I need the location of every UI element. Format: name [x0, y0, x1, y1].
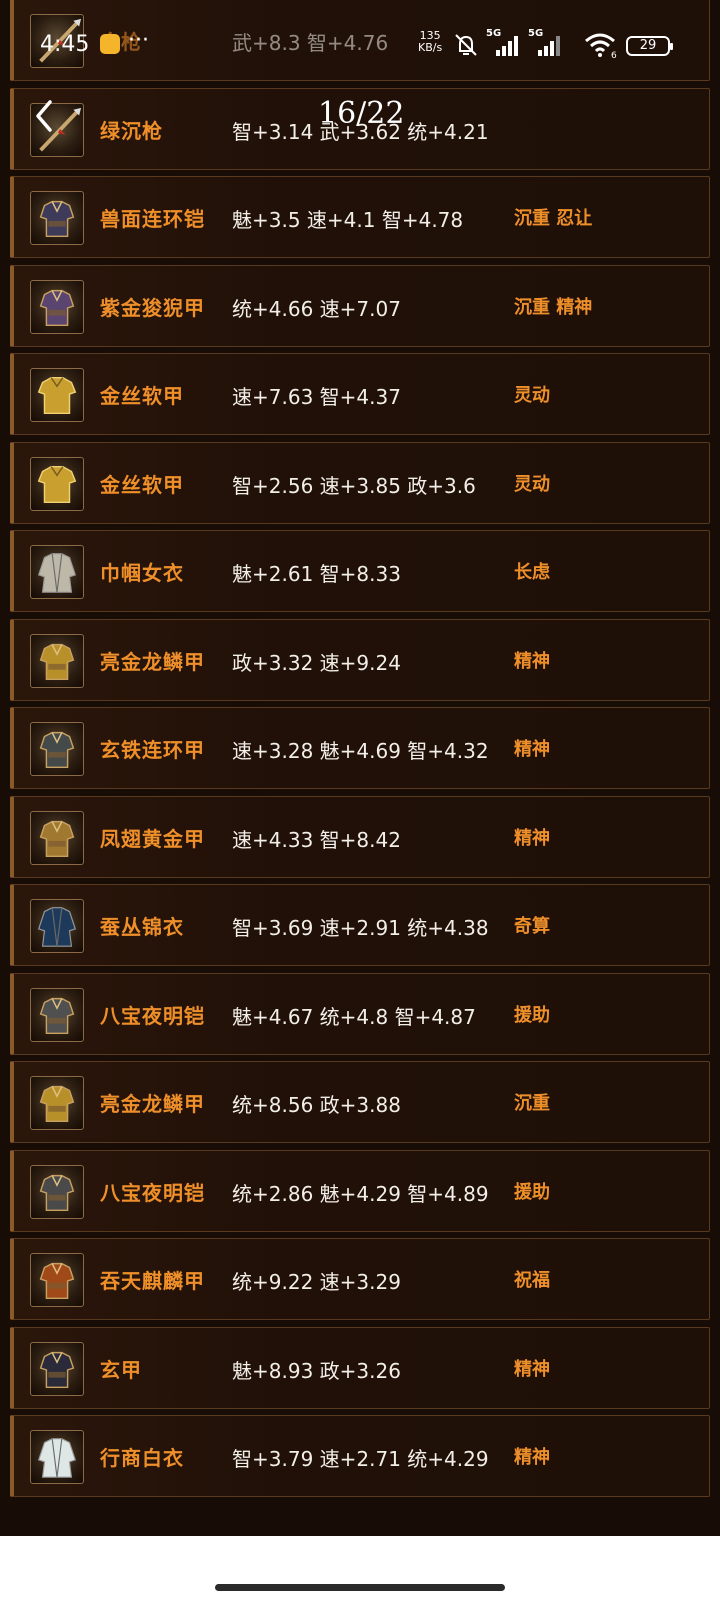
- item-name: 玄甲: [100, 1357, 142, 1382]
- equipment-row[interactable]: 八宝夜明铠 统+2.86 魅+4.29 智+4.89 援助: [10, 1149, 710, 1232]
- item-name: 兽面连环铠: [100, 207, 205, 231]
- item-stats: 魅+4.67 统+4.8 智+4.87: [232, 1004, 476, 1029]
- item-stats: 武+8.3 智+4.76: [232, 31, 389, 55]
- item-trait: 沉重: [514, 1093, 550, 1114]
- armor-icon: [30, 987, 84, 1042]
- item-stats: 政+3.32 速+9.24: [232, 650, 401, 675]
- armor-icon: [30, 810, 84, 865]
- item-stats: 统+4.66 速+7.07: [232, 296, 401, 321]
- equipment-row[interactable]: 行商白衣 智+3.79 速+2.71 统+4.29 精神: [10, 1415, 710, 1497]
- robe-icon: [30, 899, 84, 953]
- item-name: 亮金龙鳞甲: [100, 1092, 205, 1116]
- home-indicator[interactable]: [215, 1584, 505, 1591]
- item-name: 凤翅黄金甲: [100, 826, 205, 851]
- equipment-row[interactable]: 八宝夜明铠 魅+4.67 统+4.8 智+4.87 援助: [10, 972, 710, 1055]
- equipment-row[interactable]: 凤翅黄金甲 速+4.33 智+8.42 精神: [10, 795, 710, 878]
- item-name: 八宝夜明铠: [100, 1180, 205, 1205]
- item-trait: 祝福: [514, 1270, 550, 1291]
- item-stats: 魅+8.93 政+3.26: [232, 1358, 401, 1383]
- armor-icon: [30, 633, 84, 688]
- item-trait: 精神: [514, 650, 550, 672]
- item-name: 亮金龙鳞甲: [100, 649, 205, 674]
- item-stats: 统+2.86 魅+4.29 智+4.89: [232, 1181, 489, 1206]
- item-trait: 精神: [514, 739, 550, 760]
- item-name: 吞天麒麟甲: [100, 1269, 205, 1293]
- item-trait: 精神: [514, 1447, 550, 1468]
- equipment-row[interactable]: 巾帼女衣 魅+2.61 智+8.33 长虑: [10, 530, 710, 612]
- equipment-list: 金枪 武+8.3 智+4.76 绿沉枪 智+3.14 武+3.62 统+4.21 兽面连…: [0, 0, 720, 1536]
- shirt-icon: [30, 456, 84, 511]
- shirt-icon: [30, 368, 84, 422]
- item-name: 行商白衣: [100, 1446, 184, 1470]
- armor-icon: [30, 1076, 84, 1130]
- item-trait: 奇算: [514, 916, 550, 937]
- item-trait: 援助: [514, 1004, 550, 1026]
- item-trait: 灵动: [514, 385, 550, 406]
- spear-icon: [30, 14, 84, 68]
- item-stats: 魅+3.5 速+4.1 智+4.78: [232, 208, 464, 232]
- robe-icon: [30, 545, 84, 599]
- item-trait: 精神: [514, 1358, 550, 1380]
- item-stats: 智+2.56 速+3.85 政+3.6: [232, 473, 476, 498]
- item-trait: 长虑: [514, 562, 550, 583]
- item-stats: 速+7.63 智+4.37: [232, 385, 401, 409]
- item-name: 金丝软甲: [100, 384, 184, 408]
- equipment-row[interactable]: 金丝软甲 速+7.63 智+4.37 灵动: [10, 353, 710, 435]
- item-stats: 统+8.56 政+3.88: [232, 1093, 401, 1117]
- item-stats: 智+3.69 速+2.91 统+4.38: [232, 916, 489, 940]
- item-name: 金丝软甲: [100, 472, 184, 497]
- item-trait: 沉重 忍让: [514, 208, 593, 229]
- armor-icon: [30, 1253, 84, 1307]
- item-stats: 速+3.28 魅+4.69 智+4.32: [232, 739, 489, 763]
- item-name: 巾帼女衣: [100, 561, 184, 585]
- equipment-row[interactable]: 兽面连环铠 魅+3.5 速+4.1 智+4.78 沉重 忍让: [10, 176, 710, 258]
- item-trait: 沉重 精神: [514, 296, 593, 318]
- item-stats: 统+9.22 速+3.29: [232, 1270, 401, 1294]
- equipment-row[interactable]: 金枪 武+8.3 智+4.76: [10, 0, 710, 81]
- equipment-row[interactable]: 亮金龙鳞甲 政+3.32 速+9.24 精神: [10, 618, 710, 701]
- equipment-row[interactable]: 紫金狻猊甲 统+4.66 速+7.07 沉重 精神: [10, 264, 710, 347]
- item-trait: 精神: [514, 827, 550, 849]
- armor-icon: [30, 722, 84, 776]
- item-trait: 灵动: [514, 473, 550, 495]
- equipment-row[interactable]: 金丝软甲 智+2.56 速+3.85 政+3.6 灵动: [10, 441, 710, 524]
- armor-icon: [30, 279, 84, 334]
- page-counter: 16/22: [318, 96, 405, 131]
- item-trait: 援助: [514, 1181, 550, 1203]
- item-name: 玄铁连环甲: [100, 738, 205, 762]
- robe-icon: [30, 1430, 84, 1484]
- armor-icon: [30, 1164, 84, 1219]
- armor-icon: [30, 191, 84, 245]
- equipment-row[interactable]: 玄铁连环甲 速+3.28 魅+4.69 智+4.32 精神: [10, 707, 710, 789]
- item-name: 绿沉枪: [100, 118, 163, 143]
- item-stats: 速+4.33 智+8.42: [232, 827, 401, 852]
- item-stats: 智+3.79 速+2.71 统+4.29: [232, 1447, 489, 1471]
- equipment-row[interactable]: 蚕丛锦衣 智+3.69 速+2.91 统+4.38 奇算: [10, 884, 710, 966]
- equipment-row[interactable]: 玄甲 魅+8.93 政+3.26 精神: [10, 1326, 710, 1409]
- item-name: 金枪: [100, 30, 142, 54]
- back-arrow-icon[interactable]: [28, 96, 58, 136]
- item-name: 八宝夜明铠: [100, 1003, 205, 1028]
- item-name: 蚕丛锦衣: [100, 915, 184, 939]
- item-stats: 魅+2.61 智+8.33: [232, 562, 401, 586]
- armor-icon: [30, 1341, 84, 1396]
- equipment-row[interactable]: 亮金龙鳞甲 统+8.56 政+3.88 沉重: [10, 1061, 710, 1143]
- item-name: 紫金狻猊甲: [100, 295, 205, 320]
- equipment-row[interactable]: 吞天麒麟甲 统+9.22 速+3.29 祝福: [10, 1238, 710, 1320]
